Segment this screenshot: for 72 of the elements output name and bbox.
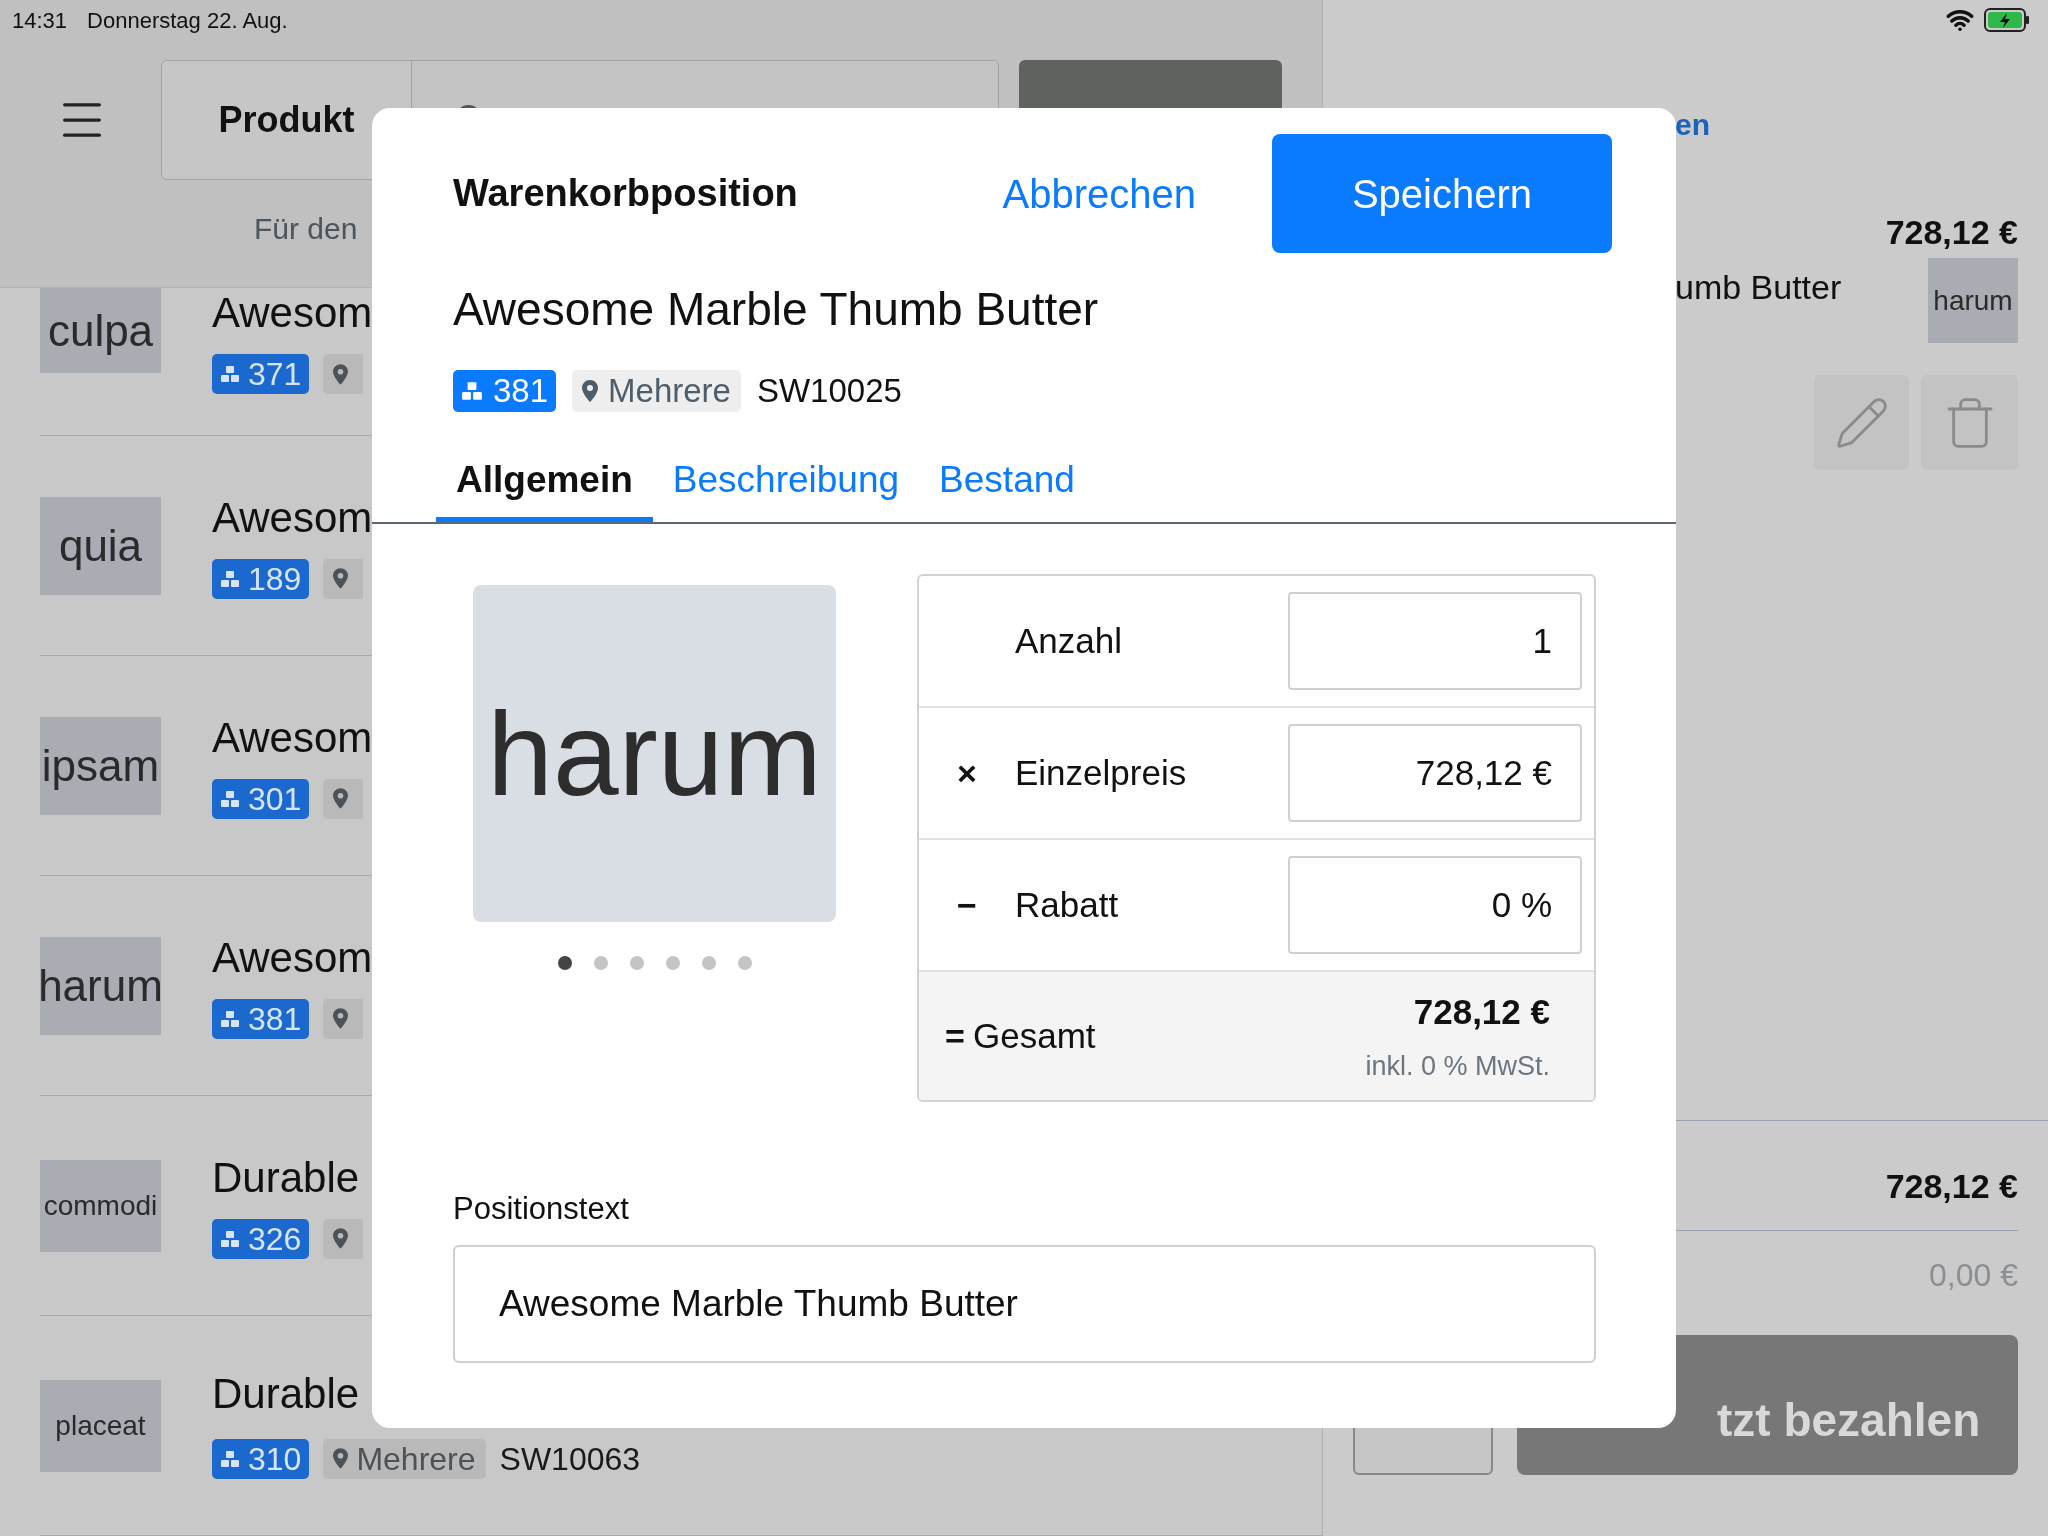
product-thumbnail: commodi: [40, 1159, 161, 1252]
operator-symbol: −: [957, 884, 977, 926]
boxes-icon: [220, 1008, 240, 1029]
subtotal-amount: 728,12 €: [1885, 1166, 2018, 1207]
field-label: Gesamt: [973, 1014, 1096, 1057]
add-link[interactable]: en: [1675, 102, 1710, 147]
product-thumbnail: placeat: [40, 1379, 161, 1472]
location-pin-icon: [582, 379, 599, 402]
stock-badge: 381: [212, 998, 310, 1039]
boxes-icon: [220, 1228, 240, 1249]
boxes-icon: [461, 379, 483, 402]
dialog-title: Warenkorbposition: [453, 171, 798, 216]
input-field[interactable]: 0 %: [1288, 856, 1582, 954]
stock-badge: 326: [212, 1218, 310, 1259]
cart-item-name: umb Butter: [1675, 267, 1842, 308]
delete-button[interactable]: [1921, 375, 2018, 470]
tab[interactable]: Beschreibung: [652, 451, 920, 522]
stock-badge: 310: [212, 1438, 310, 1479]
save-button[interactable]: Speichern: [1272, 134, 1612, 253]
cart-item-thumbnail: harum: [1928, 258, 2018, 343]
tax-note: inkl. 0 % MwSt.: [1365, 1050, 1550, 1083]
discount-amount: 0,00 €: [1929, 1256, 2018, 1295]
total-amount: 728,12 €: [1413, 990, 1550, 1033]
boxes-icon: [220, 1448, 240, 1469]
stock-badge: 189: [212, 558, 310, 599]
product-thumbnail: culpa: [40, 288, 161, 373]
stock-badge: 381: [453, 369, 557, 412]
product-title: Awesom: [212, 288, 373, 338]
input-field[interactable]: 1: [1288, 592, 1582, 690]
product-title: Durable: [212, 1368, 361, 1419]
boxes-icon: [220, 788, 240, 809]
location-badge: Mehrere: [323, 1438, 486, 1479]
location-pin-icon: [333, 568, 349, 589]
battery-icon: [1984, 8, 2030, 32]
product-thumbnail: harum: [40, 936, 161, 1035]
cancel-button[interactable]: Abbrechen: [1002, 163, 1196, 224]
product-title: Awesom: [212, 712, 373, 763]
list-hint: Für den: [254, 211, 358, 247]
cart-item-price: 728,12 €: [1885, 212, 2018, 253]
product-title: Awesom: [212, 492, 373, 543]
product-thumbnail: ipsam: [40, 716, 161, 815]
status-time: 14:31: [12, 6, 68, 35]
product-title: Awesom: [212, 932, 373, 983]
field-label: Positionstext: [453, 1190, 629, 1228]
input-field[interactable]: Awesome Marble Thumb Butter: [453, 1244, 1596, 1363]
sku-text: SW10063: [499, 1439, 641, 1479]
field-label: Anzahl: [1015, 619, 1123, 662]
edit-button[interactable]: [1814, 375, 1909, 470]
input-field[interactable]: 728,12 €: [1288, 724, 1582, 822]
location-pin-icon: [333, 1008, 349, 1029]
location-pin-icon: [333, 363, 349, 385]
location-badge: Mehrere: [572, 369, 741, 412]
status-date: Donnerstag 22. Aug.: [87, 6, 288, 35]
stock-badge: 301: [212, 778, 310, 819]
operator-symbol: ×: [957, 752, 977, 794]
product-thumbnail: quia: [40, 496, 161, 595]
product-title: Durable: [212, 1152, 361, 1203]
location-pin-icon: [333, 1228, 349, 1249]
tab[interactable]: Bestand: [919, 451, 1095, 522]
operator-symbol: =: [945, 1015, 965, 1057]
product-image: harum: [473, 585, 836, 922]
location-pin-icon: [333, 788, 349, 809]
stock-badge: 371: [212, 354, 310, 394]
tab[interactable]: Allgemein: [436, 451, 653, 522]
boxes-icon: [220, 568, 240, 589]
boxes-icon: [220, 364, 240, 384]
location-pin-icon: [333, 1448, 349, 1469]
product-name: Awesome Marble Thumb Butter: [453, 282, 1099, 337]
field-label: Einzelpreis: [1015, 751, 1187, 794]
segment-tab[interactable]: Produkt: [162, 61, 412, 179]
field-label: Rabatt: [1015, 883, 1119, 926]
sku-text: SW10025: [756, 371, 902, 411]
